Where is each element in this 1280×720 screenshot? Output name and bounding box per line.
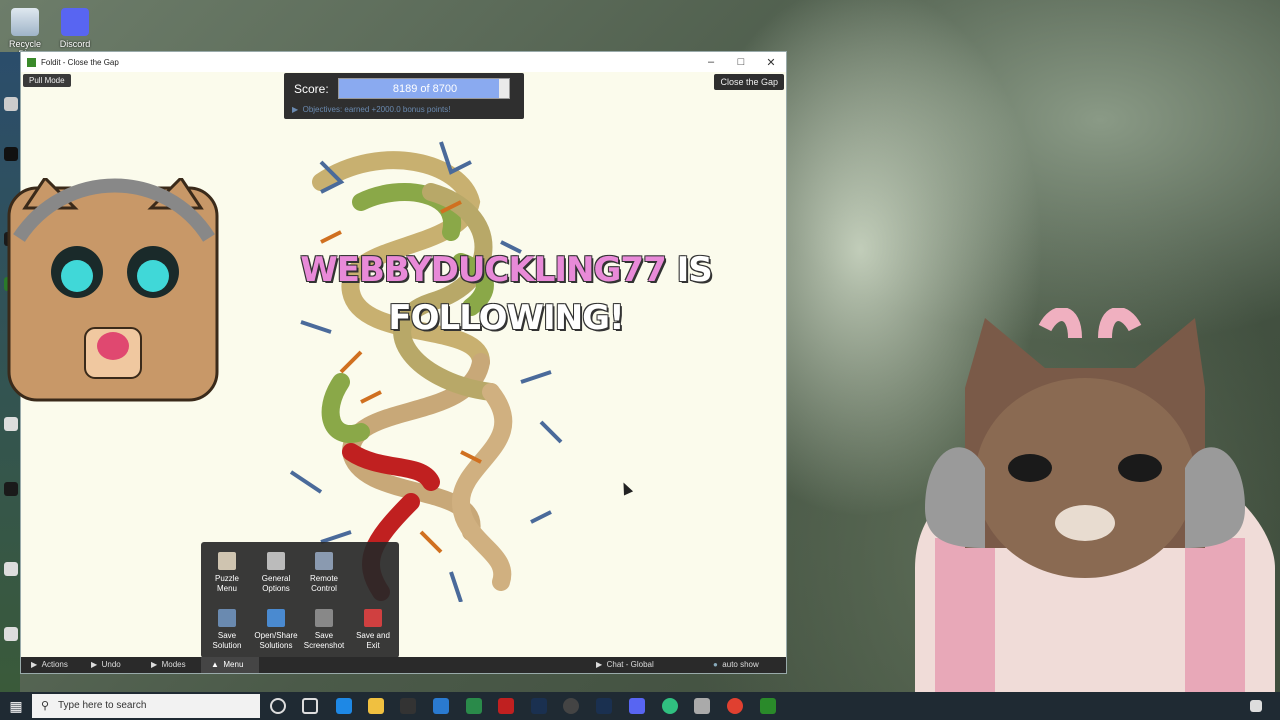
save-solution-icon: [218, 609, 236, 627]
save-screenshot-label2: Screenshot: [303, 641, 345, 650]
modes-label: Modes: [161, 660, 186, 669]
score-bar: 8189 of 8700: [338, 78, 510, 99]
remote-control-icon: [315, 552, 333, 570]
webcam-cat-overlay: [915, 308, 1275, 692]
open-share-label1: Open/Share: [254, 631, 298, 640]
chrome-icon[interactable]: [727, 698, 743, 714]
search-placeholder: Type here to search: [58, 700, 147, 711]
save-screenshot-label1: Save: [314, 631, 334, 640]
general-options-label1: General: [261, 574, 291, 583]
puzzle-menu-label1: Puzzle: [214, 574, 239, 583]
actions-label: Actions: [41, 660, 68, 669]
menu-label: Menu: [223, 660, 244, 669]
chat-button[interactable]: ▶ Chat - Global: [596, 660, 654, 669]
save-screenshot-button[interactable]: Save Screenshot: [299, 609, 349, 651]
actions-button[interactable]: ▶ Actions: [31, 660, 68, 669]
app-icon[interactable]: [498, 698, 514, 714]
desktop-shortcut-icon[interactable]: [4, 417, 18, 431]
store-icon[interactable]: [400, 698, 416, 714]
obs-icon[interactable]: [4, 482, 18, 496]
discord-image: [61, 8, 89, 36]
open-share-label2: Solutions: [259, 641, 293, 650]
maximize-button[interactable]: □: [726, 56, 756, 68]
folder-icon: [267, 609, 285, 627]
epic-launcher-icon[interactable]: [4, 147, 18, 161]
app-icon[interactable]: [662, 698, 678, 714]
discord-icon[interactable]: Discord: [53, 8, 97, 49]
recycle-bin-image: [11, 8, 39, 36]
exit-icon: [364, 609, 382, 627]
save-solution-label1: Save: [217, 631, 237, 640]
remote-control-label1: Remote: [309, 574, 338, 583]
camera-icon: [315, 609, 333, 627]
puzzle-menu-label2: Menu: [216, 584, 237, 593]
undo-label: Undo: [101, 660, 121, 669]
desktop-shortcut-icon[interactable]: [4, 627, 18, 641]
follower-name: WEBBYDUCKLING77: [300, 250, 666, 290]
discord-taskbar-icon[interactable]: [629, 698, 645, 714]
desktop-shortcut-icon[interactable]: [4, 562, 18, 576]
app-icon[interactable]: [694, 698, 710, 714]
menu-panel: Puzzle Menu General Options Remote Contr…: [201, 542, 399, 658]
minimize-button[interactable]: –: [696, 56, 726, 68]
start-button[interactable]: ▦: [0, 692, 32, 720]
auto-show-label: auto show: [722, 660, 759, 669]
general-options-button[interactable]: General Options: [251, 552, 301, 594]
follow-alert: WEBBYDUCKLING77 IS FOLLOWING!: [296, 246, 716, 342]
follow-line2: FOLLOWING!: [388, 298, 624, 338]
mail-icon[interactable]: [433, 698, 449, 714]
info-icon: ●: [713, 660, 718, 669]
save-exit-label2: Exit: [366, 641, 380, 650]
score-label: Score:: [294, 82, 329, 96]
remote-control-label2: Control: [311, 584, 337, 593]
puzzle-menu-icon: [218, 552, 236, 570]
save-exit-label1: Save and: [356, 631, 390, 640]
edge-icon[interactable]: [336, 698, 352, 714]
search-icon: ⚲: [41, 700, 50, 712]
stream-mascot-illustration: [7, 178, 219, 402]
puzzle-menu-button[interactable]: Puzzle Menu: [202, 552, 252, 594]
modes-button[interactable]: ▶ Modes: [151, 660, 186, 669]
save-solution-button[interactable]: Save Solution: [202, 609, 252, 651]
obs-taskbar-icon[interactable]: [563, 698, 579, 714]
discord-label: Discord: [59, 39, 91, 49]
app-icon[interactable]: [466, 698, 482, 714]
objectives-text: Objectives: earned +2000.0 bonus points!: [302, 105, 451, 114]
foldit-taskbar-icon[interactable]: [760, 698, 776, 714]
menu-button[interactable]: ▲ Menu: [201, 657, 259, 673]
task-view-icon[interactable]: [302, 698, 318, 714]
cortana-icon[interactable]: [270, 698, 286, 714]
desktop-shortcut-icon[interactable]: [4, 97, 18, 111]
remote-control-button[interactable]: Remote Control: [299, 552, 349, 594]
auto-show-toggle[interactable]: ● auto show: [713, 660, 759, 669]
protein-model[interactable]: [261, 122, 581, 602]
taskbar-search[interactable]: ⚲ Type here to search: [32, 694, 260, 718]
close-button[interactable]: ✕: [756, 56, 786, 69]
foldit-app-icon: [27, 57, 36, 67]
windows-taskbar: ▦ ⚲ Type here to search: [0, 692, 1280, 720]
close-the-gap-button[interactable]: Close the Gap: [714, 74, 784, 90]
window-title: Foldit - Close the Gap: [41, 57, 119, 67]
steam-icon[interactable]: [531, 698, 547, 714]
objectives-toggle[interactable]: ▶ Objectives: earned +2000.0 bonus point…: [292, 105, 451, 114]
chat-label: Chat - Global: [606, 660, 654, 669]
notification-icon[interactable]: [1250, 700, 1262, 712]
pull-mode-button[interactable]: Pull Mode: [23, 74, 71, 87]
save-and-exit-button[interactable]: Save and Exit: [348, 609, 398, 651]
open-share-solutions-button[interactable]: Open/Share Solutions: [251, 609, 301, 651]
tools-icon: [267, 552, 285, 570]
game-bottom-bar: ▶ Actions ▶ Undo ▶ Modes ▲ Menu ▶ Chat -…: [21, 657, 786, 673]
file-explorer-icon[interactable]: [368, 698, 384, 714]
save-solution-label2: Solution: [212, 641, 242, 650]
score-value: 8189 of 8700: [392, 83, 458, 95]
window-titlebar[interactable]: Foldit - Close the Gap – □ ✕: [21, 52, 786, 72]
general-options-label2: Options: [262, 584, 290, 593]
follow-suffix: IS: [676, 250, 713, 290]
close-the-gap-label: Close the Gap: [720, 77, 778, 87]
pull-mode-label: Pull Mode: [29, 76, 65, 85]
score-panel: Score: 8189 of 8700 ▶ Objectives: earned…: [284, 73, 524, 119]
steam-icon[interactable]: [596, 698, 612, 714]
undo-button[interactable]: ▶ Undo: [91, 660, 121, 669]
